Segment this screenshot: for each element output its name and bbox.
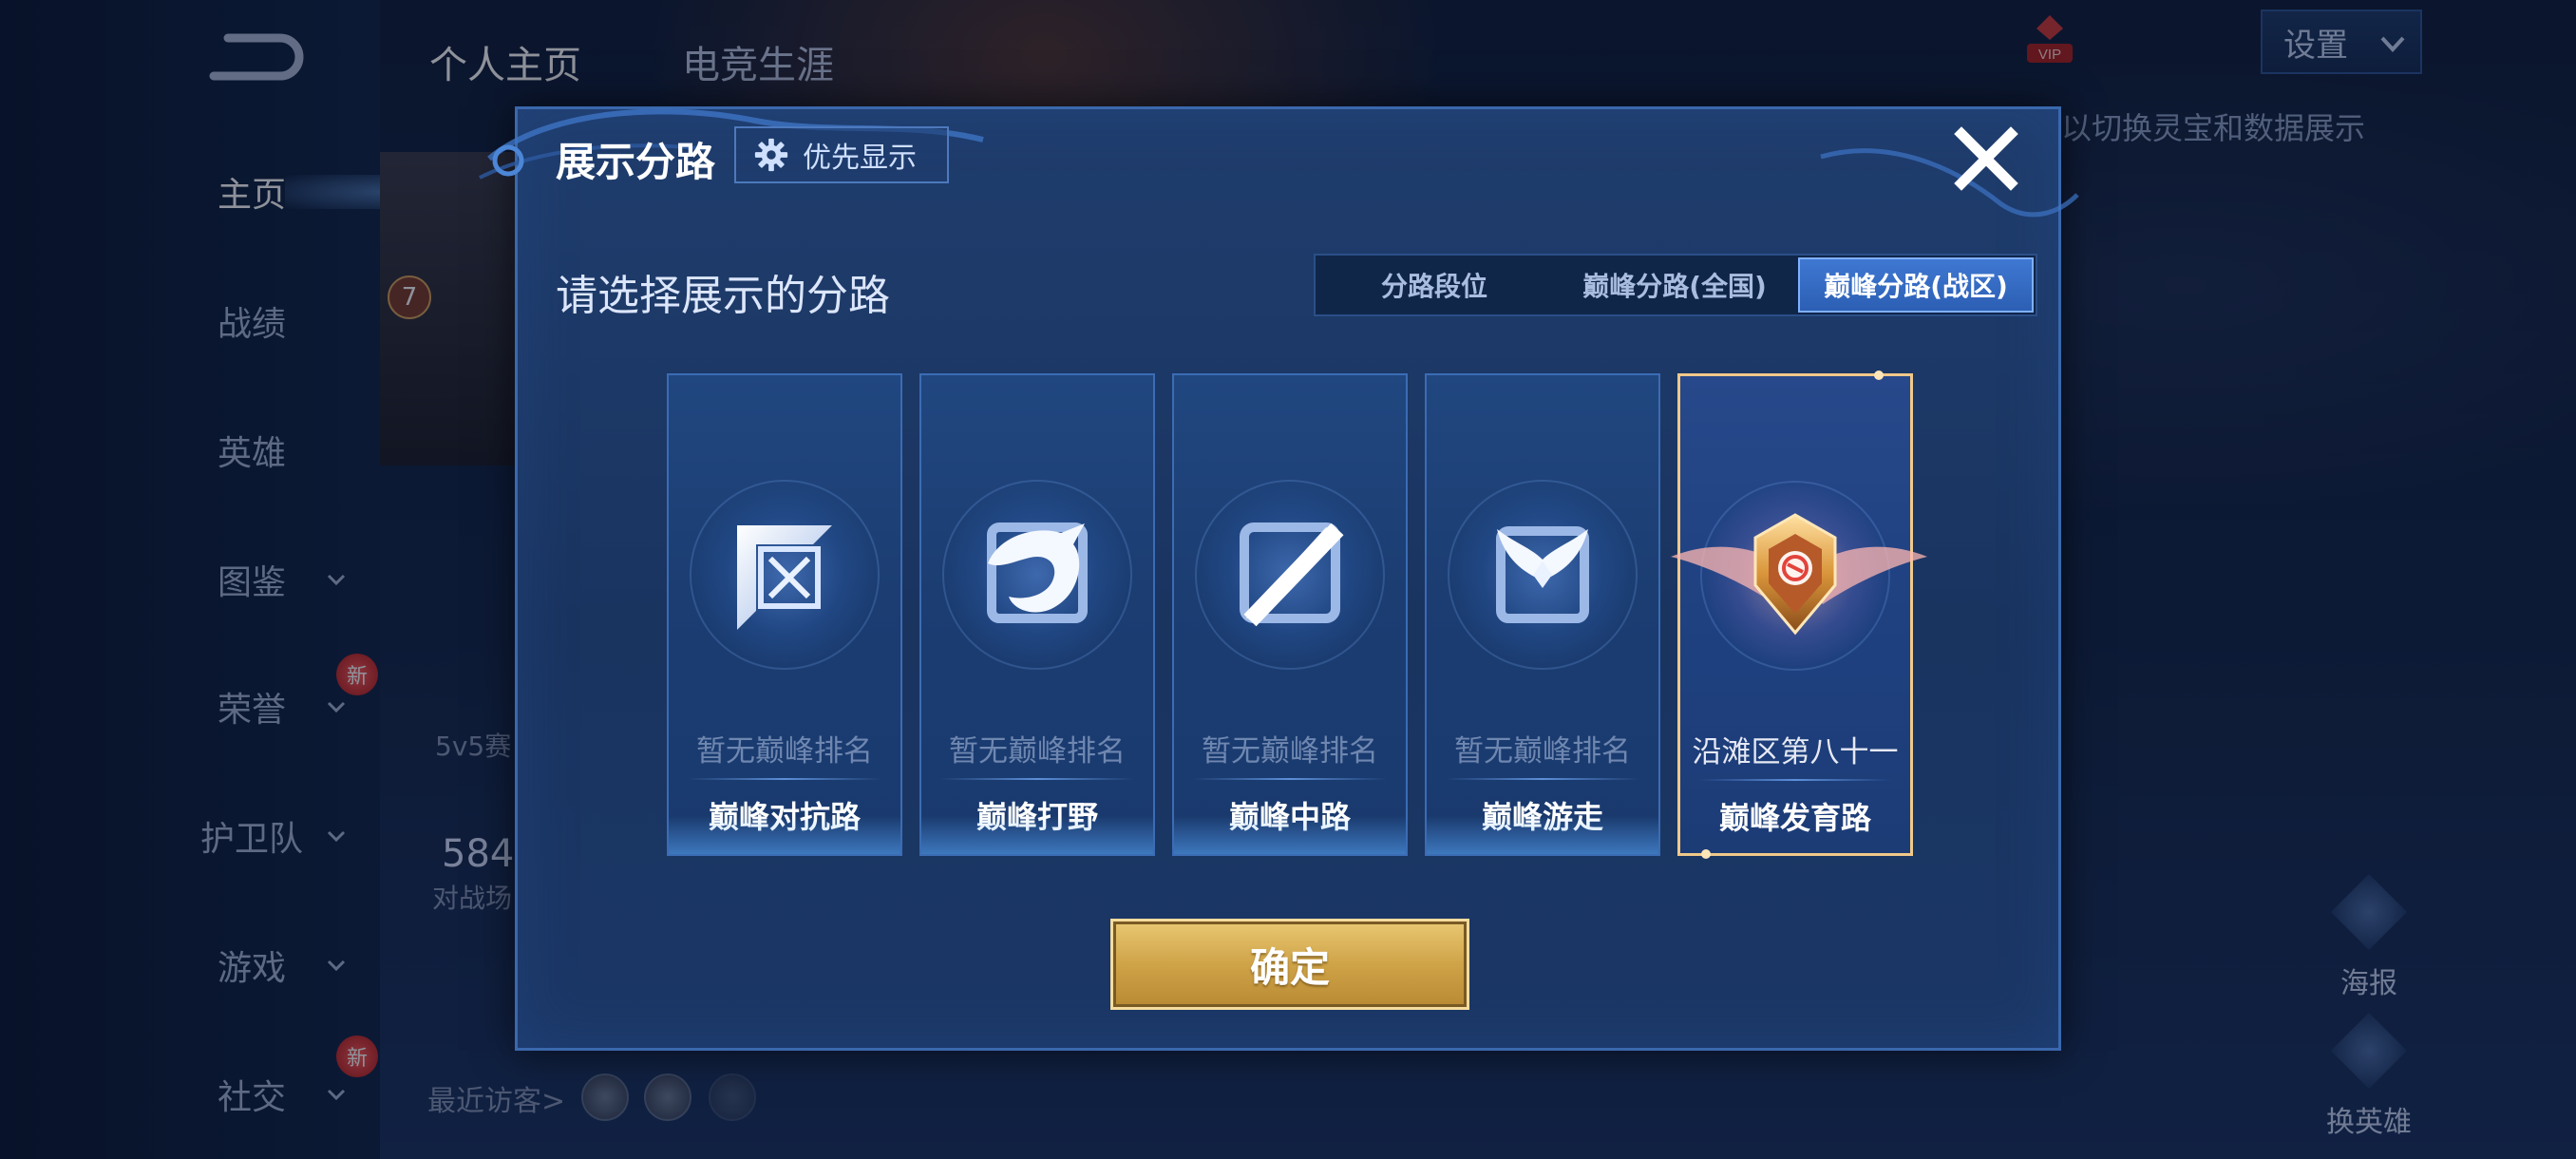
display-lane-dialog: 展示分路 优先显示 请选择展示的分路 分路段位 巅峰分路(全国) 巅峰分路(战区… bbox=[479, 106, 2079, 1051]
lane-rank-text: 暂无巅峰排名 bbox=[1202, 734, 1378, 769]
gear-icon bbox=[754, 138, 788, 172]
dialog-title: 展示分路 bbox=[556, 139, 716, 185]
priority-display-label: 优先显示 bbox=[803, 142, 917, 175]
farm-lane-crest-icon bbox=[1753, 513, 1837, 636]
priority-display-button[interactable]: 优先显示 bbox=[734, 126, 949, 183]
lane-card-clash[interactable]: 暂无巅峰排名 巅峰对抗路 bbox=[667, 373, 902, 856]
segment-peak-district[interactable]: 巅峰分路(战区) bbox=[1798, 257, 2034, 313]
lane-type-segmented-control: 分路段位 巅峰分路(全国) 巅峰分路(战区) bbox=[1314, 254, 2037, 316]
selection-sparkle bbox=[1701, 849, 1711, 859]
divider bbox=[1699, 779, 1891, 781]
lane-rank-text: 暂无巅峰排名 bbox=[1454, 734, 1631, 769]
lane-card-jungle[interactable]: 暂无巅峰排名 巅峰打野 bbox=[919, 373, 1155, 856]
lane-card-farm-selected[interactable]: 沿滩区第八十一 巅峰发育路 bbox=[1671, 370, 1927, 859]
lane-name: 巅峰发育路 bbox=[1718, 800, 1871, 836]
lane-card-roam[interactable]: 暂无巅峰排名 巅峰游走 bbox=[1425, 373, 1660, 856]
segment-lane-tier[interactable]: 分路段位 bbox=[1316, 256, 1553, 314]
card-bottom-glow bbox=[669, 816, 900, 854]
divider bbox=[1193, 778, 1387, 780]
lane-rank-text: 沿滩区第八十一 bbox=[1692, 735, 1899, 770]
roam-wings-icon bbox=[1496, 526, 1589, 623]
selection-sparkle bbox=[1874, 370, 1884, 380]
card-bottom-glow bbox=[1427, 816, 1658, 854]
confirm-button[interactable]: 确定 bbox=[1110, 919, 1469, 1010]
segment-peak-national[interactable]: 巅峰分路(全国) bbox=[1553, 256, 1796, 314]
divider bbox=[940, 778, 1134, 780]
jungle-dragon-icon bbox=[987, 522, 1088, 623]
lane-card-mid[interactable]: 暂无巅峰排名 巅峰中路 bbox=[1172, 373, 1408, 856]
mid-lane-icon bbox=[1240, 522, 1344, 627]
section-title: 请选择展示的分路 bbox=[556, 272, 890, 320]
lane-rank-text: 暂无巅峰排名 bbox=[696, 734, 873, 769]
lane-rank-text: 暂无巅峰排名 bbox=[949, 734, 1126, 769]
card-bottom-glow bbox=[921, 816, 1153, 854]
divider bbox=[688, 778, 881, 780]
close-icon[interactable] bbox=[1950, 123, 2022, 195]
divider bbox=[1446, 778, 1639, 780]
card-bottom-glow bbox=[1174, 816, 1406, 854]
clash-lane-icon bbox=[737, 525, 832, 630]
corner-decoration bbox=[1820, 148, 2079, 218]
